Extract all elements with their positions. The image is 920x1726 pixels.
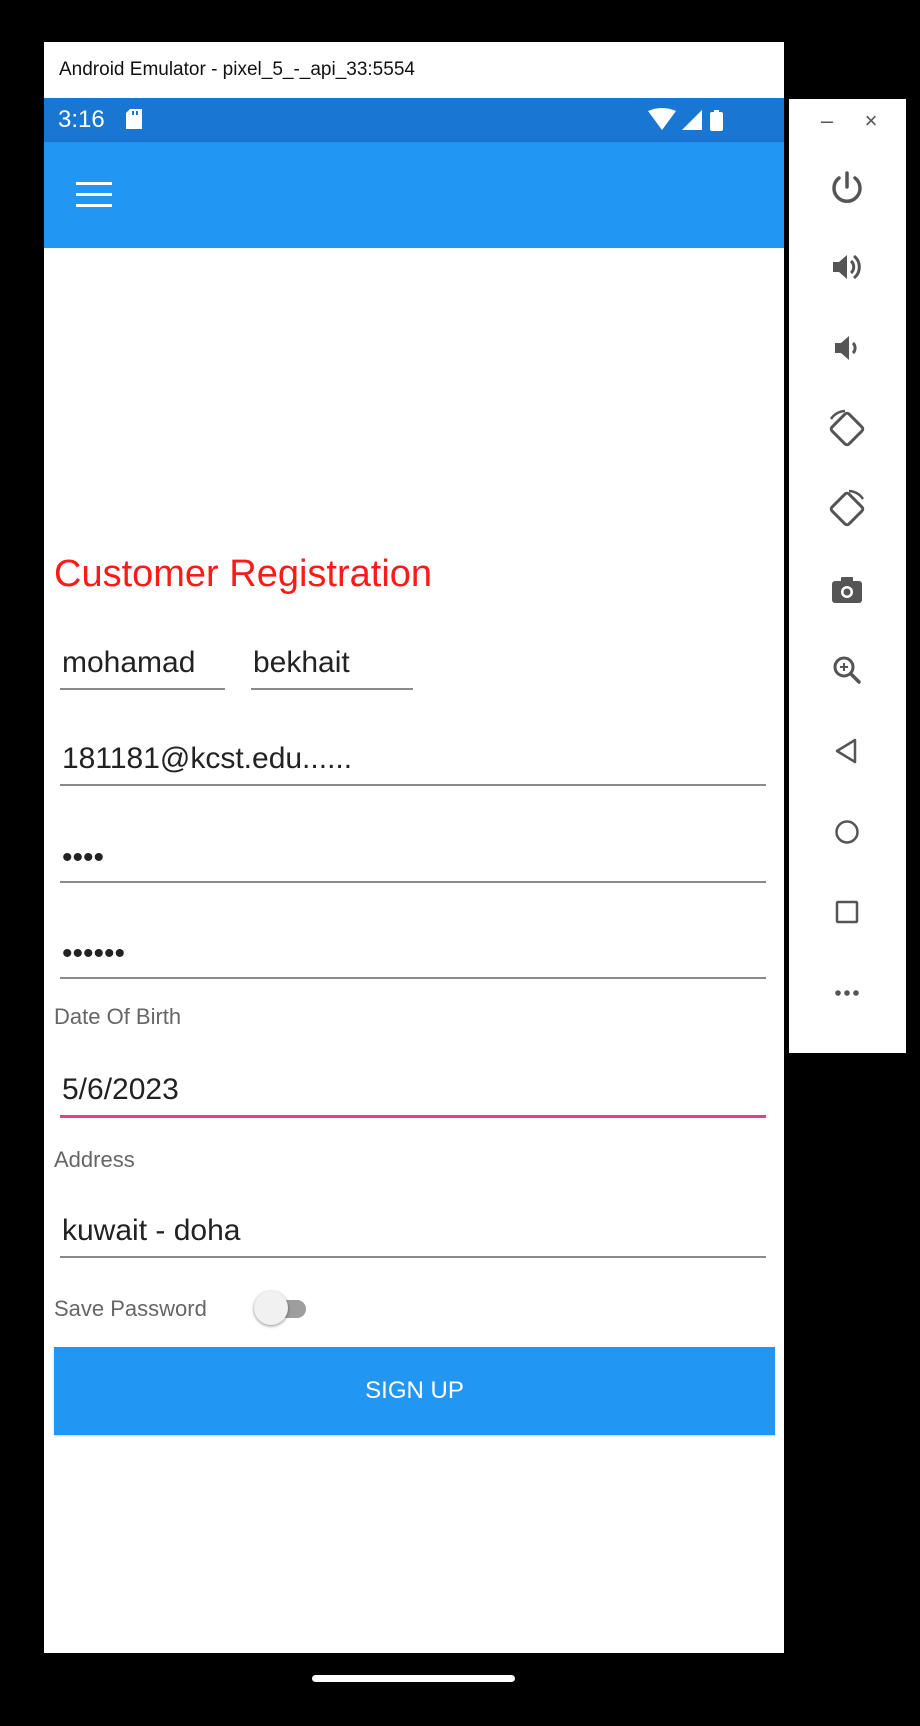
close-button[interactable]: ×	[857, 107, 885, 135]
first-name-value: mohamad	[62, 646, 196, 679]
address-label: Address	[54, 1147, 135, 1172]
minimize-button[interactable]: –	[813, 107, 841, 135]
window-title: Android Emulator - pixel_5_-_api_33:5554	[44, 42, 784, 98]
switch-thumb	[254, 1291, 288, 1325]
address-field[interactable]: kuwait - doha	[60, 1192, 766, 1258]
status-bar: 3:16	[44, 98, 784, 142]
first-name-field[interactable]: mohamad	[60, 628, 225, 690]
overview-button[interactable]	[817, 882, 877, 942]
dob-field[interactable]: 5/6/2023	[60, 1052, 766, 1118]
android-nav-bar	[44, 1653, 784, 1699]
side-panel-header: – ×	[789, 99, 906, 149]
camera-icon	[832, 577, 862, 603]
address-value: kuwait - doha	[62, 1214, 241, 1247]
power-icon	[832, 171, 862, 203]
status-icons	[648, 108, 723, 131]
last-name-value: bekhait	[253, 646, 350, 679]
confirm-password-value: ••••••	[62, 937, 126, 970]
wifi-icon	[648, 108, 676, 130]
rotate-right-icon	[829, 489, 865, 527]
back-button[interactable]	[817, 721, 877, 781]
page-title: Customer Registration	[54, 553, 433, 595]
save-password-switch[interactable]	[250, 1290, 310, 1326]
volume-up-button[interactable]	[817, 237, 877, 297]
dob-label: Date Of Birth	[54, 1004, 182, 1029]
volume-up-icon	[833, 254, 861, 280]
password-field[interactable]: ••••	[60, 815, 766, 883]
save-password-label: Save Password	[54, 1296, 207, 1321]
app-toolbar	[44, 142, 784, 248]
back-icon	[835, 738, 857, 764]
hamburger-menu-icon[interactable]	[76, 180, 114, 210]
email-field[interactable]: 181181@kcst.edu......	[60, 720, 766, 786]
registration-page: Customer Registration mohamad bekhait 18…	[44, 248, 784, 1693]
power-button[interactable]	[817, 157, 877, 217]
volume-down-icon	[835, 336, 857, 360]
overview-icon	[835, 900, 859, 924]
emulator-window: Android Emulator - pixel_5_-_api_33:5554…	[44, 42, 784, 1699]
more-button[interactable]	[817, 963, 877, 1023]
home-gesture-pill[interactable]	[312, 1675, 515, 1682]
password-value: ••••	[62, 841, 105, 874]
last-name-field[interactable]: bekhait	[251, 628, 413, 690]
rotate-left-icon	[829, 409, 865, 447]
dob-value: 5/6/2023	[62, 1073, 179, 1106]
email-value: 181181@kcst.edu......	[62, 742, 353, 775]
volume-down-button[interactable]	[817, 318, 877, 378]
rotate-left-button[interactable]	[817, 399, 877, 459]
zoom-icon	[833, 656, 861, 684]
status-time: 3:16	[58, 106, 105, 133]
confirm-password-field[interactable]: ••••••	[60, 911, 766, 979]
zoom-button[interactable]	[817, 640, 877, 700]
more-icon	[835, 990, 859, 996]
rotate-right-button[interactable]	[817, 479, 877, 539]
sd-card-icon	[126, 109, 142, 129]
signal-icon	[682, 110, 702, 130]
home-button[interactable]	[817, 802, 877, 862]
screenshot-button[interactable]	[817, 560, 877, 620]
home-icon	[835, 820, 859, 844]
emulator-side-panel: – ×	[789, 99, 906, 1053]
signup-button[interactable]: SIGN UP	[54, 1347, 775, 1435]
battery-icon	[710, 110, 723, 131]
